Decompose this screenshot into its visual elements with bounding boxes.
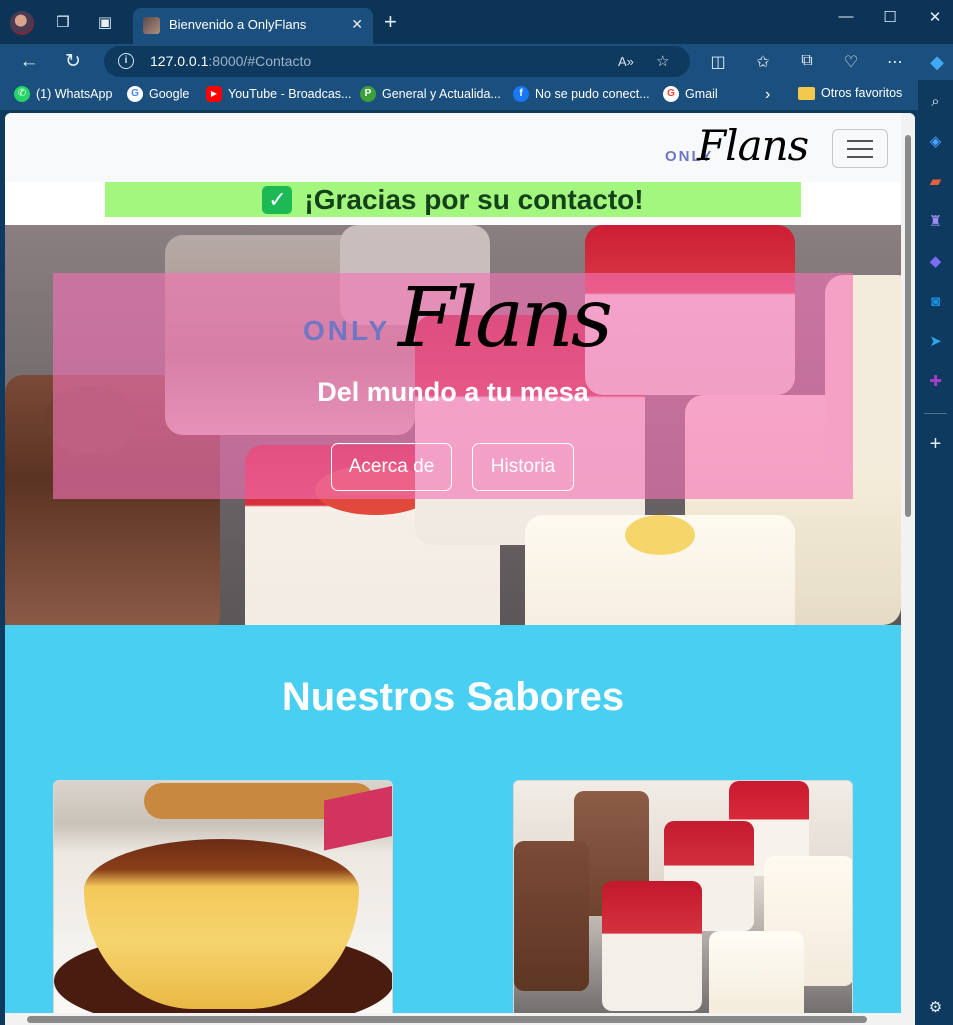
vertical-scrollbar[interactable] (901, 113, 915, 1013)
bookmark-other-folder[interactable]: Otros favoritos (798, 86, 902, 100)
bookmark-label: Otros favoritos (821, 86, 903, 100)
plus-icon[interactable]: + (384, 11, 397, 33)
p-icon: P (360, 86, 376, 102)
bookmark-youtube[interactable]: ▶ YouTube - Broadcas... (206, 86, 351, 102)
browser-essentials-icon[interactable]: ♡ (841, 52, 861, 72)
google-icon: G (127, 86, 143, 102)
tab-favicon (143, 17, 160, 34)
horizontal-scrollbar-thumb[interactable] (27, 1016, 867, 1023)
bookmark-label: No se pudo conect... (535, 87, 650, 101)
hero-tagline: Del mundo a tu mesa (317, 377, 589, 407)
url-host: 127.0.0.1 (150, 53, 209, 69)
checkmark-icon: ✓ (262, 185, 293, 214)
page-viewport: ONLY Flans ✓ ¡Gracias por su contacto! O… (5, 113, 915, 1025)
add-icon[interactable]: + (926, 434, 945, 454)
active-tab[interactable]: Bienvenido a OnlyFlans ✕ (133, 8, 373, 44)
flavors-section: Nuestros Sabores (5, 625, 901, 1025)
vertical-scrollbar-thumb[interactable] (905, 135, 911, 517)
bookmark-label: Gmail (685, 87, 718, 101)
tools-icon[interactable]: ▰ (926, 172, 945, 191)
bookmark-label: General y Actualida... (382, 87, 501, 101)
flavors-title: Nuestros Sabores (281, 675, 625, 719)
flan-caramel-image (54, 781, 392, 1019)
maximize-icon[interactable]: ☐ (880, 8, 900, 26)
copilot-icon[interactable]: ◆ (927, 52, 947, 73)
contact-success-alert: ✓ ¡Gracias por su contacto! (105, 182, 801, 217)
games-icon[interactable]: ♜ (926, 212, 945, 231)
bookmark-label: (1) WhatsApp (36, 87, 113, 101)
chevron-right-icon[interactable]: › (765, 86, 770, 104)
collections-icon[interactable]: ⧉ (797, 52, 817, 70)
favorite-star-icon[interactable]: ☆ (656, 52, 669, 70)
bookmark-facebook[interactable]: f No se pudo conect... (513, 86, 650, 102)
bookmarks-bar: ✆ (1) WhatsApp G Google ▶ YouTube - Broa… (0, 80, 953, 110)
site-info-icon[interactable]: i (118, 53, 134, 69)
url-path: :8000/#Contacto (208, 53, 312, 69)
minimize-icon[interactable]: — (836, 8, 856, 25)
address-bar[interactable]: i 127.0.0.1:8000/#Contacto A» ☆ (104, 46, 690, 77)
bookmark-label: Google (149, 87, 190, 101)
hero-logo: ONLY Flans (303, 271, 623, 373)
hero-flans-text: Flans (398, 271, 613, 366)
search-icon[interactable]: ⌕ (926, 92, 945, 111)
google-icon: G (663, 86, 679, 102)
settings-gear-icon[interactable]: ⚙ (926, 998, 945, 1017)
tab-bar: ❒ ▣ Bienvenido a OnlyFlans ✕ + — ☐ ✕ (0, 0, 953, 44)
profile-avatar[interactable] (10, 11, 34, 35)
split-screen-icon[interactable]: ◫ (708, 52, 728, 72)
hamburger-line (847, 156, 873, 158)
folder-icon (798, 86, 815, 100)
about-button[interactable]: Acerca de (331, 443, 452, 491)
telegram-icon[interactable]: ➤ (926, 332, 945, 351)
read-aloud-icon[interactable]: A» (618, 54, 634, 69)
bookmark-gmail[interactable]: G Gmail (663, 86, 718, 102)
brand-flans-text: Flans (697, 121, 809, 170)
back-arrow-icon[interactable]: ← (17, 50, 41, 74)
bookmark-label: YouTube - Broadcas... (228, 87, 352, 101)
site-brand-logo[interactable]: ONLY Flans (665, 121, 825, 173)
hamburger-line (847, 148, 873, 150)
url-text[interactable]: 127.0.0.1:8000/#Contacto (150, 53, 311, 69)
navigation-toolbar: ← ↻ i 127.0.0.1:8000/#Contacto A» ☆ ◫ ✩ … (0, 44, 953, 80)
history-button[interactable]: Historia (472, 443, 574, 491)
flavor-card-flan[interactable] (53, 780, 393, 1020)
apps-icon[interactable]: ✚ (926, 372, 945, 391)
youtube-icon: ▶ (206, 86, 222, 102)
edge-sidebar: ⌕ ◈ ▰ ♜ ◆ ◙ ➤ ✚ + ⚙ (918, 80, 953, 1025)
workspaces-icon[interactable]: ❒ (54, 14, 72, 32)
tab-title: Bienvenido a OnlyFlans (169, 17, 307, 32)
dessert-cups-image (514, 781, 852, 1019)
copilot-sidebar-icon[interactable]: ◆ (926, 252, 945, 271)
hamburger-menu-button[interactable] (832, 129, 888, 168)
hero-only-text: ONLY (303, 315, 391, 346)
favorites-icon[interactable]: ✩ (753, 52, 773, 72)
shopping-tag-icon[interactable]: ◈ (926, 132, 945, 151)
site-navbar: ONLY Flans (5, 113, 901, 182)
tab-actions-icon[interactable]: ▣ (96, 14, 114, 32)
refresh-icon[interactable]: ↻ (61, 50, 85, 74)
facebook-icon: f (513, 86, 529, 102)
hero-section: ONLY Flans Del mundo a tu mesa Acerca de… (5, 225, 901, 625)
tab-close-icon[interactable]: ✕ (351, 16, 363, 33)
flavor-card-cups[interactable] (513, 780, 853, 1020)
hero-overlay-card: ONLY Flans Del mundo a tu mesa Acerca de… (53, 271, 853, 499)
bookmark-google[interactable]: G Google (127, 86, 189, 102)
sidebar-divider (924, 413, 947, 414)
bookmark-whatsapp[interactable]: ✆ (1) WhatsApp (14, 86, 112, 102)
outlook-icon[interactable]: ◙ (926, 292, 945, 311)
horizontal-scrollbar[interactable] (5, 1013, 915, 1025)
alert-text: ¡Gracias por su contacto! (304, 183, 644, 215)
bookmark-general[interactable]: P General y Actualida... (360, 86, 501, 102)
more-menu-icon[interactable]: ⋯ (885, 52, 905, 72)
hamburger-line (847, 140, 873, 142)
whatsapp-icon: ✆ (14, 86, 30, 102)
close-icon[interactable]: ✕ (925, 8, 945, 26)
